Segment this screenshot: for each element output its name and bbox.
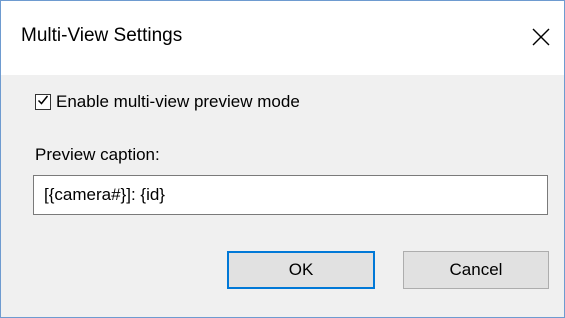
checkmark-icon <box>36 93 50 112</box>
title-bar: Multi-View Settings <box>1 1 564 75</box>
enable-multiview-label[interactable]: Enable multi-view preview mode <box>56 92 300 112</box>
dialog-title: Multi-View Settings <box>21 25 183 46</box>
multi-view-settings-dialog: Multi-View Settings Enable multi-view pr… <box>0 0 565 318</box>
close-button[interactable] <box>518 15 564 59</box>
cancel-button[interactable]: Cancel <box>403 251 549 289</box>
preview-caption-input[interactable] <box>33 175 548 215</box>
enable-multiview-checkbox[interactable] <box>35 94 51 110</box>
close-icon <box>532 28 550 46</box>
ok-button[interactable]: OK <box>227 251 375 289</box>
preview-caption-label: Preview caption: <box>35 145 160 164</box>
enable-multiview-option[interactable]: Enable multi-view preview mode <box>35 91 300 113</box>
